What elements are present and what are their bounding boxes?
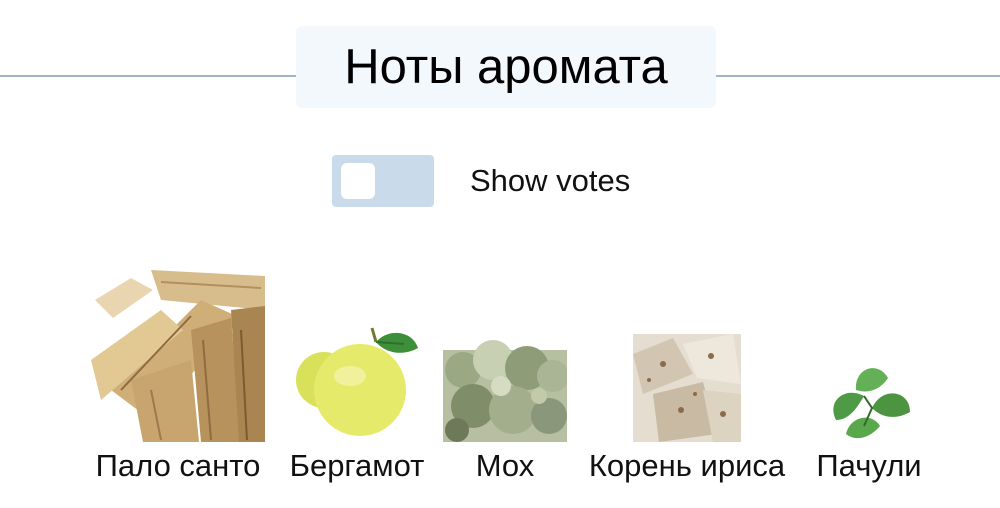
palo-santo-wood-image <box>91 270 265 442</box>
show-votes-label: Show votes <box>470 163 631 198</box>
header-divider-right <box>716 75 1000 77</box>
note-item-moss[interactable]: Мох <box>440 320 570 484</box>
notes-section-header: Ноты аромата <box>0 26 1000 108</box>
patchouli-leaf-image <box>826 360 912 442</box>
note-label: Пало санто <box>95 448 261 483</box>
section-title: Ноты аромата <box>296 26 716 108</box>
note-item-palo-santo[interactable]: Пало санто <box>80 270 276 484</box>
note-item-bergamot[interactable]: Бергамот <box>282 320 432 484</box>
note-item-patchouli[interactable]: Пачули <box>806 360 932 484</box>
note-item-iris-root[interactable]: Корень ириса <box>576 334 798 484</box>
show-votes-toggle[interactable] <box>332 155 434 207</box>
show-votes-row: Show votes <box>332 155 630 207</box>
iris-root-image <box>633 334 741 442</box>
toggle-knob <box>341 163 375 199</box>
note-label: Бергамот <box>289 448 425 483</box>
note-label: Мох <box>475 448 535 483</box>
header-divider-left <box>0 75 296 77</box>
bergamot-fruit-image <box>294 320 420 442</box>
note-label: Корень ириса <box>588 448 786 483</box>
note-label: Пачули <box>816 448 922 483</box>
moss-image <box>443 320 567 442</box>
